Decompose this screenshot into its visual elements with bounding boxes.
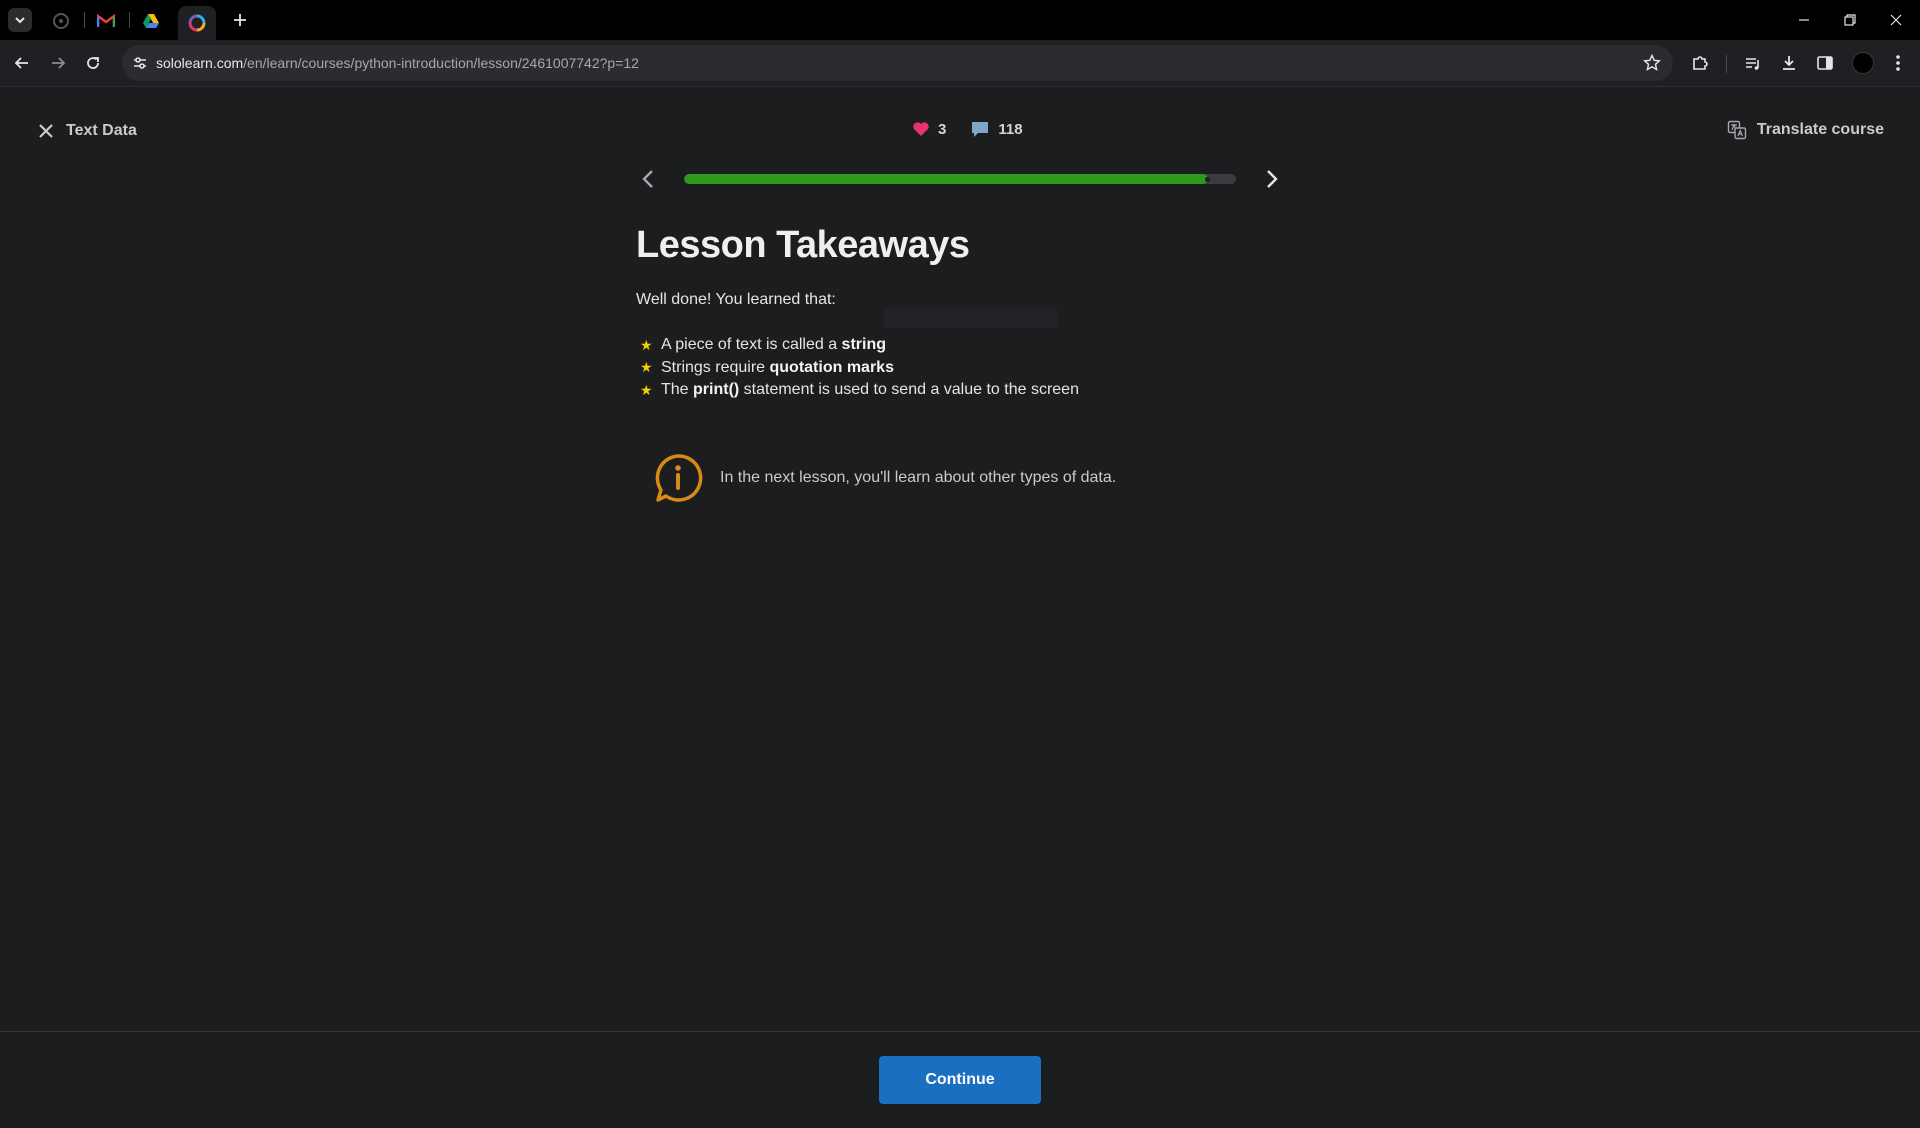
puzzle-icon: [1693, 56, 1708, 70]
takeaway-list: ★ A piece of text is called a string ★ Stri…: [636, 334, 1284, 402]
lesson-progress: [636, 164, 1284, 194]
tab-search-button[interactable]: [8, 8, 32, 32]
back-button[interactable]: [10, 51, 34, 75]
tab-sololearn[interactable]: [178, 6, 216, 40]
restore-button[interactable]: [1838, 8, 1862, 32]
close-icon: [1890, 14, 1902, 26]
takeaway-pre: Strings require: [661, 358, 770, 376]
reload-button[interactable]: [81, 51, 105, 75]
chevron-left-icon: [642, 170, 653, 188]
sololearn-icon: [188, 14, 206, 32]
restore-icon: [1844, 14, 1856, 26]
continue-button[interactable]: Continue: [879, 1056, 1041, 1104]
media-control-button[interactable]: [1741, 51, 1765, 75]
media-queue-icon: [1746, 58, 1759, 70]
profile-avatar[interactable]: [1852, 52, 1874, 74]
bookmark-star-icon[interactable]: [1643, 54, 1661, 72]
next-step-button[interactable]: [1260, 167, 1284, 191]
tab-gmail[interactable]: [89, 6, 123, 36]
reload-icon: [87, 57, 99, 69]
extensions-button[interactable]: [1688, 51, 1712, 75]
forward-button[interactable]: [46, 51, 70, 75]
more-vertical-icon: [1896, 55, 1900, 71]
star-icon: ★: [640, 359, 653, 376]
takeaway-text: The print() statement is used to send a …: [661, 381, 1079, 399]
minimize-icon: [1799, 19, 1809, 21]
browser-toolbar: sololearn.com/en/learn/courses/python-in…: [0, 40, 1920, 87]
side-panel-icon: [1817, 56, 1833, 70]
takeaway-keyword: print(): [693, 381, 740, 399]
plus-icon: [234, 14, 246, 26]
close-lesson-button[interactable]: Text Data: [38, 122, 137, 140]
tab-separator: [84, 12, 85, 28]
comments-button[interactable]: 118: [970, 120, 1023, 138]
arrow-left-icon: [14, 57, 28, 69]
takeaway-item: ★ The print() statement is used to send a…: [636, 379, 1284, 402]
lesson-page: Text Data 3 118 Translate course Lesson …: [0, 88, 1920, 1128]
lesson-footer: Continue: [0, 1031, 1920, 1128]
url-text: sololearn.com/en/learn/courses/python-in…: [156, 55, 639, 71]
toolbar-separator: [1726, 55, 1727, 73]
lesson-name: Text Data: [66, 122, 137, 139]
site-settings-icon[interactable]: [132, 55, 148, 71]
chevron-right-icon: [1267, 170, 1278, 188]
translate-label: Translate course: [1756, 121, 1884, 138]
next-lesson-note: In the next lesson, you'll learn about o…: [652, 452, 1116, 504]
side-panel-button[interactable]: [1813, 51, 1837, 75]
previous-step-button[interactable]: [636, 167, 660, 191]
download-icon: [1783, 56, 1795, 70]
takeaway-pre: The: [661, 381, 694, 399]
takeaway-post: statement is used to send a value to the…: [739, 381, 1079, 399]
lesson-stats: 3 118: [912, 120, 1023, 138]
github-icon: [53, 13, 69, 29]
drive-icon: [143, 14, 159, 28]
hearts-counter[interactable]: 3: [912, 121, 946, 138]
takeaway-item: ★ Strings require quotation marks: [636, 357, 1284, 380]
faded-overlay: [884, 307, 1057, 328]
url-path: /en/learn/courses/python-introduction/le…: [243, 55, 639, 71]
takeaway-text: A piece of text is called a string: [661, 336, 886, 354]
info-text: In the next lesson, you'll learn about o…: [720, 469, 1117, 486]
star-icon: ★: [640, 336, 653, 353]
info-bubble-icon: [655, 454, 703, 502]
tab-separator: [129, 12, 130, 28]
new-tab-button[interactable]: [228, 8, 252, 32]
tab-drive[interactable]: [134, 6, 168, 36]
takeaway-keyword: quotation marks: [769, 358, 894, 376]
tab-strip: [0, 0, 1920, 40]
address-bar[interactable]: sololearn.com/en/learn/courses/python-in…: [122, 45, 1673, 81]
arrow-right-icon: [52, 57, 66, 69]
url-host: sololearn.com: [156, 55, 244, 71]
comment-icon: [972, 122, 989, 137]
takeaway-keyword: string: [841, 336, 886, 354]
star-icon: ★: [640, 381, 653, 398]
close-icon: [39, 124, 53, 138]
chevron-down-icon: [15, 17, 25, 24]
tab-github[interactable]: [44, 6, 78, 36]
gmail-icon: [97, 14, 115, 27]
takeaway-item: ★ A piece of text is called a string: [636, 334, 1284, 357]
heart-icon: [913, 122, 929, 136]
page-title: Lesson Takeaways: [636, 224, 970, 266]
progress-fill: [684, 174, 1209, 184]
progress-bar: [684, 174, 1236, 184]
progress-marker: [1205, 177, 1210, 182]
takeaway-pre: A piece of text is called a: [661, 336, 842, 354]
minimize-button[interactable]: [1792, 8, 1816, 32]
translate-course-button[interactable]: Translate course: [1727, 120, 1884, 140]
close-window-button[interactable]: [1884, 8, 1908, 32]
translate-icon: [1727, 120, 1747, 140]
browser-menu-button[interactable]: [1886, 51, 1910, 75]
takeaway-text: Strings require quotation marks: [661, 359, 894, 377]
comments-count: 118: [998, 120, 1023, 138]
hearts-count: 3: [938, 120, 947, 138]
downloads-button[interactable]: [1777, 51, 1801, 75]
